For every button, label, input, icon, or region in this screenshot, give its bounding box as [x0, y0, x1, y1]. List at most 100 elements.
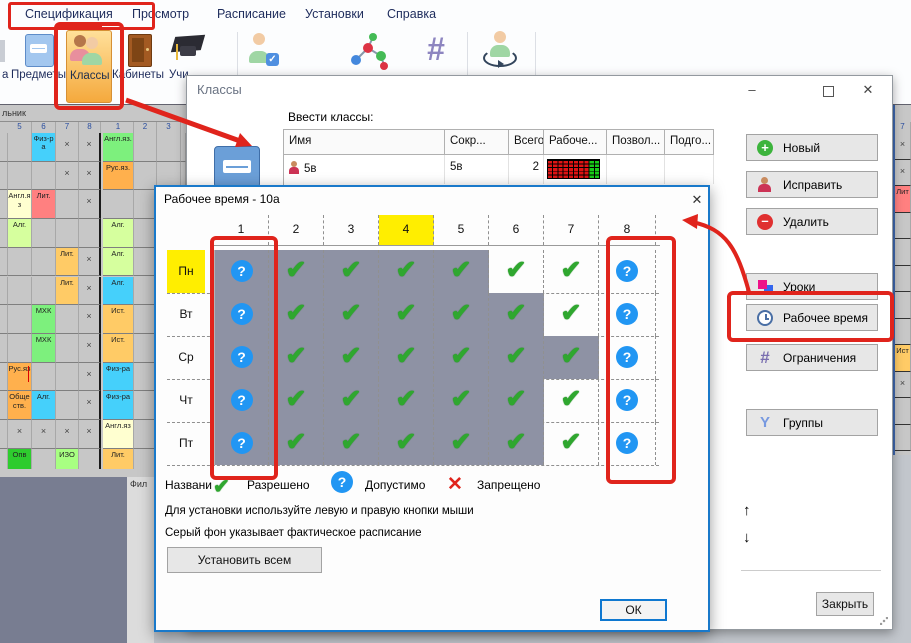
side-button-рабочее-время[interactable]: Рабочее время — [746, 304, 878, 331]
schedule-cell[interactable] — [0, 391, 8, 420]
schedule-cell[interactable]: Физ-ра — [32, 133, 56, 162]
side-button-уроки[interactable]: Уроки — [746, 273, 878, 300]
side-button-новый[interactable]: +Новый — [746, 134, 878, 161]
worktime-cell[interactable]: ? — [599, 336, 656, 379]
schedule-cell[interactable]: Лит — [895, 186, 911, 213]
worktime-cell[interactable]: ✔ — [544, 293, 599, 336]
schedule-cell[interactable] — [56, 305, 79, 334]
schedule-cell[interactable]: МХК — [32, 305, 56, 334]
class-row-worktime[interactable] — [544, 155, 607, 184]
schedule-cell[interactable] — [895, 239, 911, 266]
schedule-cell[interactable]: Ист. — [103, 334, 134, 363]
schedule-cell[interactable] — [32, 248, 56, 277]
schedule-cell[interactable] — [134, 133, 157, 162]
worktime-cell[interactable]: ✔ — [324, 379, 379, 422]
schedule-cell[interactable] — [32, 277, 56, 306]
menu-item-3[interactable]: Установки — [305, 7, 364, 21]
close-dialog-button[interactable]: Закрыть — [816, 592, 874, 616]
schedule-cell[interactable]: × — [32, 420, 56, 449]
schedule-cell[interactable]: Алг. — [32, 391, 56, 420]
worktime-cell[interactable]: ? — [214, 250, 269, 293]
worktime-cell[interactable]: ✔ — [434, 422, 489, 465]
column-header[interactable]: Всего — [509, 130, 544, 155]
worktime-cell[interactable]: ✔ — [379, 379, 434, 422]
worktime-cell[interactable]: ✔ — [324, 336, 379, 379]
column-header[interactable]: Подго... — [665, 130, 714, 155]
schedule-cell[interactable]: × — [79, 363, 101, 392]
side-button-ограничения[interactable]: #Ограничения — [746, 344, 878, 371]
worktime-cell[interactable]: ✔ — [379, 250, 434, 293]
worktime-cell[interactable]: ✔ — [489, 250, 544, 293]
menu-item-4[interactable]: Справка — [387, 7, 436, 21]
schedule-cell[interactable] — [32, 219, 56, 248]
schedule-cell[interactable]: × — [79, 133, 101, 162]
worktime-cell[interactable]: ✔ — [269, 250, 324, 293]
worktime-cell[interactable]: ✔ — [434, 336, 489, 379]
maximize-icon[interactable] — [823, 86, 834, 97]
close-icon[interactable]: ✕ — [853, 80, 883, 100]
schedule-cell[interactable]: Физ-ра — [103, 391, 134, 420]
schedule-cell[interactable]: Алг. — [103, 219, 134, 248]
worktime-cell[interactable]: ✔ — [544, 379, 599, 422]
schedule-cell[interactable]: Лит. — [56, 277, 79, 306]
worktime-cell[interactable]: ✔ — [269, 293, 324, 336]
worktime-cell[interactable]: ✔ — [379, 336, 434, 379]
toolbar-item-subjects[interactable]: Предметы — [11, 69, 66, 81]
schedule-cell[interactable] — [103, 190, 134, 219]
schedule-cell[interactable]: × — [56, 133, 79, 162]
schedule-cell[interactable] — [8, 133, 32, 162]
worktime-cell[interactable]: ✔ — [379, 422, 434, 465]
schedule-cell[interactable]: × — [8, 420, 32, 449]
side-button-группы[interactable]: YГруппы — [746, 409, 878, 436]
grid-hash-icon[interactable]: # — [420, 32, 452, 66]
schedule-cell[interactable] — [895, 398, 911, 425]
worktime-cell[interactable]: ✔ — [489, 422, 544, 465]
toolbar-item-rooms[interactable]: Кабинеты — [112, 69, 164, 81]
schedule-cell[interactable] — [0, 248, 8, 277]
move-up-button[interactable]: ↑ — [743, 502, 751, 519]
worktime-cell[interactable]: ? — [214, 336, 269, 379]
worktime-cell[interactable]: ✔ — [379, 293, 434, 336]
side-button-удалить[interactable]: –Удалить — [746, 208, 878, 235]
schedule-cell[interactable] — [895, 292, 911, 319]
worktime-cell[interactable]: ✔ — [544, 250, 599, 293]
schedule-cell[interactable]: × — [79, 391, 101, 420]
schedule-cell[interactable]: Ист — [895, 345, 911, 372]
schedule-cell[interactable]: Обществ. — [8, 391, 32, 420]
class-row-allowed[interactable] — [607, 155, 665, 184]
schedule-cell[interactable]: × — [79, 190, 101, 219]
worktime-cell[interactable]: ✔ — [489, 336, 544, 379]
schedule-cell[interactable] — [79, 219, 101, 248]
worktime-cell[interactable]: ? — [599, 250, 656, 293]
door-icon[interactable] — [128, 34, 152, 67]
menu-item-0[interactable]: Спецификация — [25, 7, 113, 21]
schedule-cell[interactable]: Алг. — [103, 277, 134, 306]
schedule-cell[interactable]: Алг. — [8, 219, 32, 248]
worktime-cell[interactable]: ? — [599, 422, 656, 465]
schedule-cell[interactable] — [0, 133, 8, 162]
schedule-cell[interactable]: Англ.яз — [8, 190, 32, 219]
schedule-cell[interactable] — [0, 219, 8, 248]
close-icon[interactable]: ✕ — [688, 191, 706, 209]
worktime-cell[interactable]: ✔ — [269, 422, 324, 465]
worktime-cell[interactable]: ✔ — [544, 336, 599, 379]
menu-item-1[interactable]: Просмотр — [132, 7, 189, 21]
schedule-cell[interactable]: × — [79, 334, 101, 363]
schedule-cell[interactable] — [0, 363, 8, 392]
schedule-cell[interactable] — [8, 334, 32, 363]
worktime-cell[interactable]: ✔ — [434, 293, 489, 336]
ok-button[interactable]: ОК — [600, 599, 667, 621]
column-header[interactable]: Рабоче... — [544, 130, 607, 155]
move-down-button[interactable]: ↓ — [743, 529, 751, 546]
schedule-cell[interactable]: Англ.яз — [103, 420, 134, 449]
worktime-cell[interactable]: ✔ — [324, 250, 379, 293]
worktime-cell[interactable]: ? — [599, 379, 656, 422]
schedule-cell[interactable]: × — [895, 133, 911, 160]
person-sync-icon[interactable] — [482, 31, 518, 69]
book-icon[interactable] — [25, 34, 54, 67]
worktime-cell[interactable]: ? — [214, 422, 269, 465]
worktime-cell[interactable]: ✔ — [489, 293, 544, 336]
schedule-cell[interactable]: Рус.яз — [8, 363, 32, 392]
class-row-total[interactable]: 2 — [509, 155, 544, 184]
schedule-cell[interactable] — [32, 162, 56, 191]
